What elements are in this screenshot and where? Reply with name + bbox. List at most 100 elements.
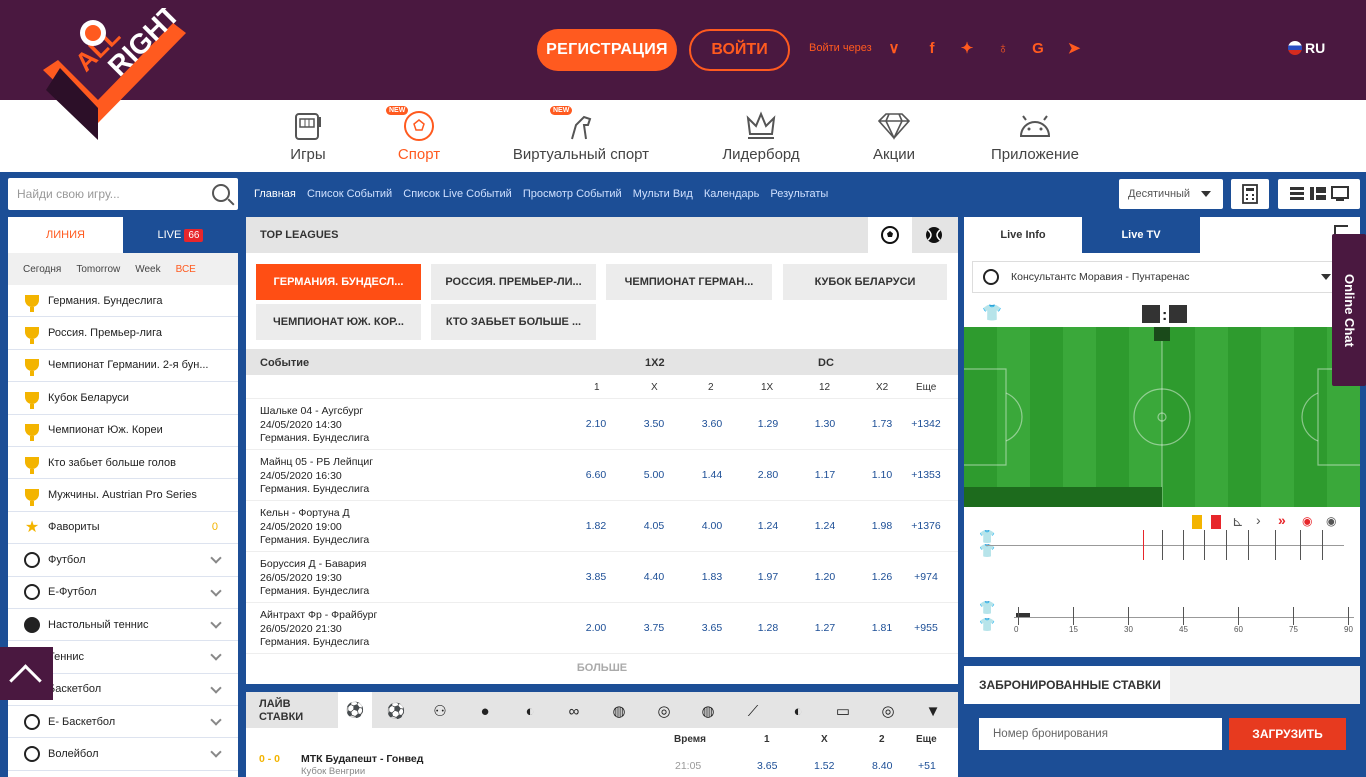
odd-cell[interactable]: 3.50	[634, 418, 674, 430]
odd-cell[interactable]: 3.65	[757, 760, 777, 772]
crumb-events[interactable]: Список Событий	[307, 188, 392, 200]
crumb-view-events[interactable]: Просмотр Событий	[523, 188, 622, 200]
odd-cell[interactable]: 1.81	[862, 622, 902, 634]
odd-cell[interactable]: 6.60	[576, 469, 616, 481]
sport-item-volleyball[interactable]: Волейбол	[8, 738, 238, 771]
list-item[interactable]: Кубок Беларуси	[8, 382, 238, 415]
chevron-down-icon[interactable]	[210, 714, 222, 726]
tennis-ball-icon[interactable]: ◐	[520, 701, 540, 721]
nav-sport[interactable]: NEW Спорт	[386, 106, 450, 163]
chevron-down-icon[interactable]	[210, 649, 222, 661]
telegram-icon[interactable]: ➤	[1064, 39, 1084, 59]
vk-icon[interactable]: ∨	[884, 39, 904, 59]
load-button[interactable]: ЗАГРУЗИТЬ	[1229, 718, 1346, 750]
odd-cell[interactable]: 1.24	[805, 520, 845, 532]
darts-icon[interactable]: ◎	[878, 701, 898, 721]
chevron-down-icon[interactable]	[210, 682, 222, 694]
soccer-ball-icon[interactable]	[868, 217, 912, 253]
crumb-multi-view[interactable]: Мульти Вид	[633, 188, 693, 200]
list-item[interactable]: Мужчины. Austrian Pro Series	[8, 479, 238, 512]
odd-cell[interactable]: 2.10	[576, 418, 616, 430]
tab-live[interactable]: LIVE 66	[123, 217, 238, 253]
crumb-live-events[interactable]: Список Live Событий	[403, 188, 512, 200]
chevron-down-icon[interactable]	[210, 617, 222, 629]
table-row[interactable]: Айнтрахт Фр - Фрайбург 26/05/2020 21:30 Ге…	[246, 603, 958, 654]
tennis-icon[interactable]: ◐	[788, 701, 808, 721]
chevron-down-icon[interactable]	[210, 746, 222, 759]
scroll-to-top-button[interactable]	[0, 647, 53, 700]
list-item[interactable]: Чемпионат Германии. 2-я бун...	[8, 350, 238, 383]
sport-item-efootball[interactable]: Е-Футбол	[8, 577, 238, 609]
table-row[interactable]: Кельн - Фортуна Д 24/05/2020 19:00 Германи…	[246, 501, 958, 552]
filter-all[interactable]: ВСЕ	[176, 264, 196, 275]
odd-cell[interactable]: 1.97	[748, 571, 788, 583]
odd-cell[interactable]: 1.98	[862, 520, 902, 532]
odd-cell[interactable]: 8.40	[872, 760, 892, 772]
nav-leaderboard[interactable]: Лидерборд	[718, 106, 804, 163]
booking-number-input[interactable]: Номер бронирования	[979, 718, 1222, 750]
table-row[interactable]: Майнц 05 - РБ Лейпциг 24/05/2020 16:30 Гер…	[246, 450, 958, 501]
facebook-icon[interactable]: f	[922, 39, 942, 59]
filter-week[interactable]: Week	[135, 264, 160, 275]
odds-format-select[interactable]: Десятичный	[1119, 179, 1223, 209]
list-item[interactable]: Чемпионат Юж. Кореи	[8, 415, 238, 447]
odd-cell[interactable]: 4.40	[634, 571, 674, 583]
cycling-icon[interactable]: ∞	[564, 701, 584, 721]
table-row[interactable]: 0 - 0 МТК Будапешт - Гонвед Кубок Венгри…	[246, 750, 958, 777]
sport-item-ebasketball[interactable]: Е- Баскетбол	[8, 706, 238, 739]
nav-virtual-sport[interactable]: NEW Виртуальный спорт	[510, 106, 652, 163]
crumb-results[interactable]: Результаты	[770, 188, 828, 200]
league-chip[interactable]: КУБОК БЕЛАРУСИ	[783, 264, 947, 300]
tennis-ball-icon[interactable]	[912, 217, 956, 253]
odd-cell[interactable]: 4.05	[634, 520, 674, 532]
calculator-icon[interactable]	[1231, 179, 1269, 209]
odd-cell[interactable]: 3.60	[692, 418, 732, 430]
league-chip[interactable]: ЧЕМПИОНАТ ГЕРМАН...	[606, 264, 772, 300]
filter-tomorrow[interactable]: Tomorrow	[76, 264, 120, 275]
more-markets[interactable]: +1353	[906, 469, 946, 481]
odd-cell[interactable]: 2.00	[576, 622, 616, 634]
allright-logo[interactable]: ALL RIGHT	[38, 8, 188, 143]
table-row[interactable]: Боруссия Д - Бавария 26/05/2020 19:30 Герм…	[246, 552, 958, 603]
odd-cell[interactable]: 1.82	[576, 520, 616, 532]
odd-cell[interactable]: 1.17	[805, 469, 845, 481]
table-row[interactable]: Шальке 04 - Аугсбург 24/05/2020 14:30 Герм…	[246, 399, 958, 450]
list-item[interactable]: Кто забьет больше голов	[8, 447, 238, 480]
jersey-icon[interactable]: ▼	[923, 701, 943, 721]
odd-cell[interactable]: 1.28	[748, 622, 788, 634]
ping-pong-icon[interactable]: ●	[475, 701, 495, 721]
odd-cell[interactable]: 2.80	[748, 469, 788, 481]
more-markets[interactable]: +974	[906, 571, 946, 583]
cricket-icon[interactable]: ⟋	[743, 701, 763, 721]
efootball-icon[interactable]: ⚽	[386, 701, 406, 721]
league-chip[interactable]: РОССИЯ. ПРЕМЬЕР-ЛИ...	[431, 264, 596, 300]
odd-cell[interactable]: 1.27	[805, 622, 845, 634]
odd-cell[interactable]: 5.00	[634, 469, 674, 481]
google-icon[interactable]: G	[1028, 39, 1048, 59]
odnoklassniki-icon[interactable]: ♁	[993, 39, 1013, 59]
chevron-down-icon[interactable]	[210, 552, 222, 564]
volleyball-icon[interactable]: ◎	[654, 701, 674, 721]
crumb-home[interactable]: Главная	[254, 188, 296, 200]
odd-cell[interactable]: 4.00	[692, 520, 732, 532]
odd-cell[interactable]: 1.73	[862, 418, 902, 430]
table-football-icon[interactable]: ⚇	[430, 701, 450, 721]
list-item[interactable]: Германия. Бундеслига	[8, 285, 238, 318]
more-markets[interactable]: +1376	[906, 520, 946, 532]
odd-cell[interactable]: 3.75	[634, 622, 674, 634]
more-markets[interactable]: +51	[918, 760, 936, 772]
login-button[interactable]: ВОЙТИ	[689, 29, 790, 71]
sport-item-table-tennis[interactable]: Настольный теннис	[8, 609, 238, 642]
odd-cell[interactable]: 1.52	[814, 760, 834, 772]
match-select[interactable]: Консультантс Моравия - Пунтаренас	[972, 261, 1344, 293]
soccer-ball-icon[interactable]: ⚽	[338, 692, 372, 728]
show-more-button[interactable]: БОЛЬШЕ	[246, 662, 958, 674]
odd-cell[interactable]: 1.30	[805, 418, 845, 430]
nav-promotions[interactable]: Акции	[866, 106, 922, 163]
search-icon[interactable]	[212, 184, 230, 202]
odd-cell[interactable]: 1.26	[862, 571, 902, 583]
game-search[interactable]: Найди свою игру...	[8, 178, 238, 210]
language-selector[interactable]: RU	[1288, 40, 1325, 56]
list-item[interactable]: Россия. Премьер-лига	[8, 317, 238, 350]
league-chip[interactable]: ЧЕМПИОНАТ ЮЖ. КОР...	[256, 304, 421, 340]
